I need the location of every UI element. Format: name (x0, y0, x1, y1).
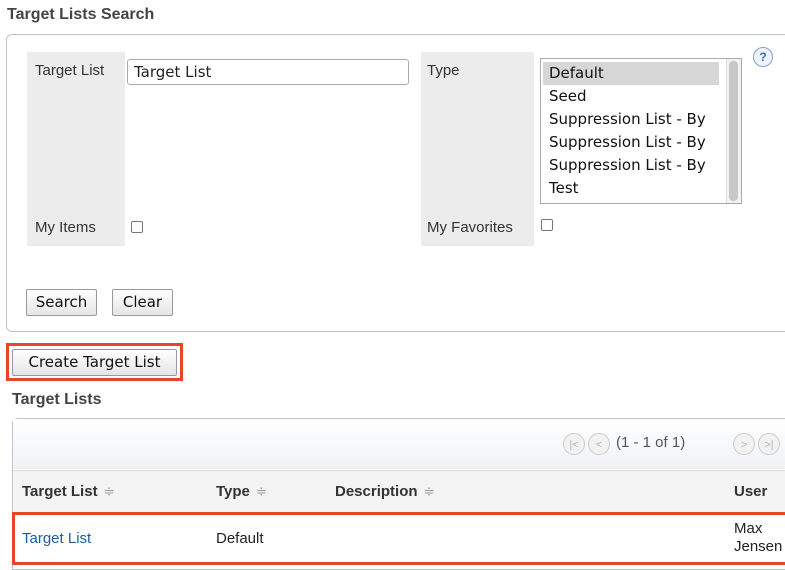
type-option-suppression-2[interactable]: Suppression List - By (543, 131, 719, 154)
row-user-line2: Jensen (734, 538, 783, 555)
row-target-list-link[interactable]: Target List (22, 530, 91, 547)
type-option-suppression-1[interactable]: Suppression List - By (543, 108, 719, 131)
my-items-label: My Items (35, 219, 96, 236)
row-type: Default (216, 530, 264, 547)
column-header-target-list[interactable]: Target List ≑ (22, 483, 114, 500)
next-page-icon[interactable]: > (733, 433, 755, 455)
type-listbox[interactable]: Default Seed Suppression List - By Suppr… (540, 58, 742, 204)
row-user: Max Jensen (734, 520, 782, 556)
type-option-default[interactable]: Default (543, 62, 719, 85)
list-title: Target Lists (12, 391, 102, 408)
sort-icon[interactable]: ≑ (256, 484, 267, 499)
target-list-input[interactable] (127, 59, 409, 85)
help-icon[interactable]: ? (753, 47, 773, 67)
create-target-list-button[interactable]: Create Target List (12, 349, 177, 376)
target-list-label: Target List (35, 62, 105, 79)
type-label: Type (427, 62, 460, 79)
column-header-description[interactable]: Description ≑ (335, 483, 434, 500)
my-favorites-label: My Favorites (427, 219, 513, 236)
type-label-cell (421, 52, 534, 246)
target-list-label-cell (27, 52, 125, 246)
type-option-suppression-3[interactable]: Suppression List - By (543, 154, 719, 177)
my-favorites-checkbox[interactable] (541, 219, 553, 231)
last-page-icon[interactable]: >| (758, 433, 780, 455)
row-highlight (12, 512, 785, 565)
row-user-line1: Max (734, 520, 763, 537)
pagination-text: (1 - 1 of 1) (616, 434, 686, 451)
first-page-icon[interactable]: |< (563, 433, 585, 455)
prev-page-icon[interactable]: < (588, 433, 610, 455)
column-header-user[interactable]: User (734, 483, 767, 500)
column-header-label: Type (216, 483, 250, 500)
my-items-checkbox[interactable] (131, 221, 143, 233)
column-header-label: Target List (22, 483, 98, 500)
sort-icon[interactable]: ≑ (104, 484, 115, 499)
search-title: Target Lists Search (7, 6, 155, 23)
clear-button[interactable]: Clear (112, 289, 173, 316)
listbox-scrollbar[interactable] (726, 59, 741, 203)
type-option-test[interactable]: Test (543, 177, 719, 200)
column-header-type[interactable]: Type ≑ (216, 483, 267, 500)
column-header-label: Description (335, 483, 418, 500)
sort-icon[interactable]: ≑ (424, 484, 435, 499)
search-button[interactable]: Search (26, 289, 97, 316)
scrollbar-thumb[interactable] (729, 61, 738, 201)
type-option-seed[interactable]: Seed (543, 85, 719, 108)
